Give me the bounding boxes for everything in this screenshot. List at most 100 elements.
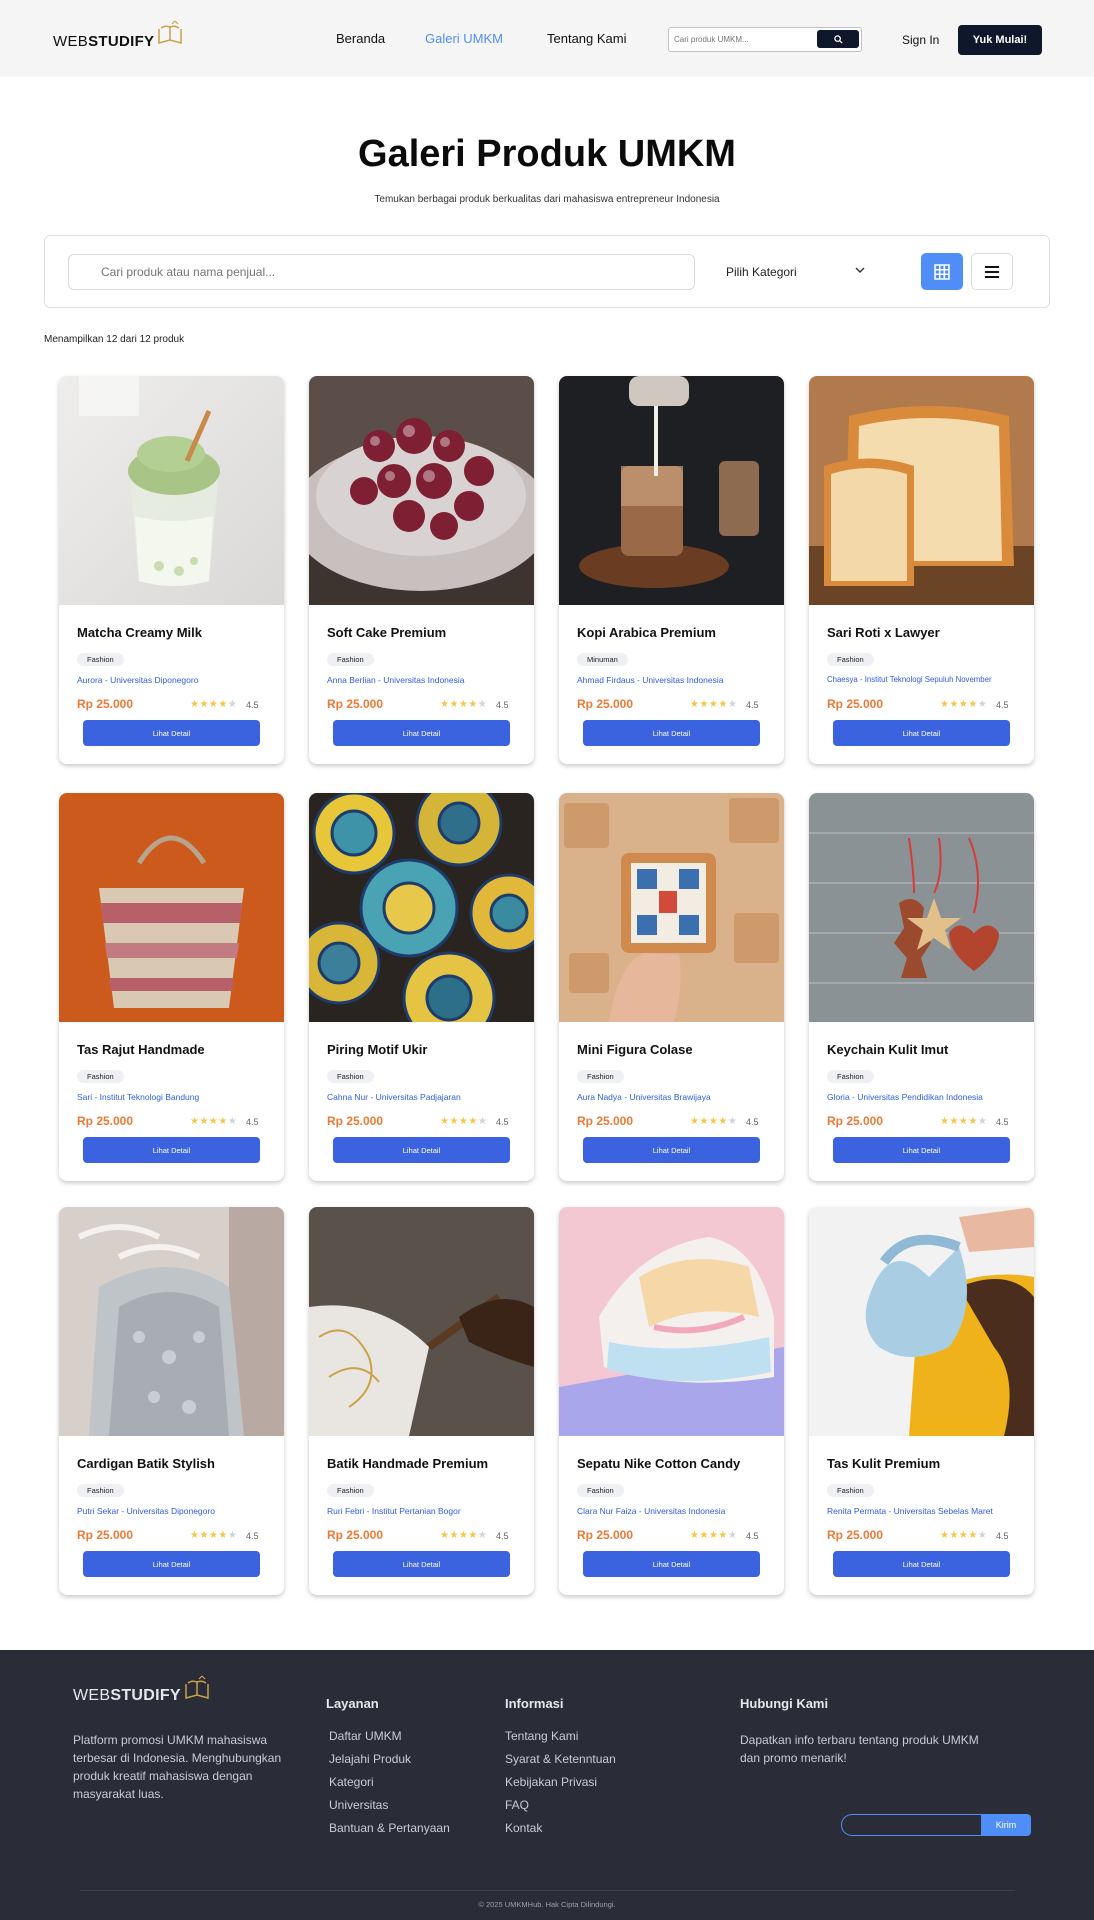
rating-value: 4.5 bbox=[996, 1531, 1009, 1541]
footer-link[interactable]: FAQ bbox=[505, 1798, 616, 1821]
nav-gallery[interactable]: Galeri UMKM bbox=[425, 31, 503, 46]
signin-link[interactable]: Sign In bbox=[902, 33, 939, 47]
seller-info[interactable]: Putri Sekar - Universitas Diponegoro bbox=[77, 1506, 215, 1516]
list-icon bbox=[985, 265, 999, 278]
product-card[interactable]: Sepatu Nike Cotton Candy Fashion Clara N… bbox=[559, 1207, 784, 1595]
detail-button[interactable]: Lihat Detail bbox=[833, 1137, 1010, 1163]
detail-button[interactable]: Lihat Detail bbox=[333, 1137, 510, 1163]
rating-value: 4.5 bbox=[246, 1117, 259, 1127]
product-image bbox=[59, 1207, 284, 1436]
product-image bbox=[809, 376, 1034, 605]
product-card[interactable]: Sari Roti x Lawyer Fashion Chaesya - Ins… bbox=[809, 376, 1034, 764]
list-view-button[interactable] bbox=[971, 253, 1013, 290]
product-card[interactable]: Matcha Creamy Milk Fashion Aurora - Univ… bbox=[59, 376, 284, 764]
category-badge: Fashion bbox=[77, 653, 124, 666]
category-badge: Fashion bbox=[327, 1484, 374, 1497]
rating-stars: ★★★★★ bbox=[190, 1116, 238, 1127]
footer-link[interactable]: Syarat & Ketenntuan bbox=[505, 1752, 616, 1775]
product-image bbox=[309, 793, 534, 1022]
detail-button[interactable]: Lihat Detail bbox=[833, 720, 1010, 746]
product-image bbox=[59, 793, 284, 1022]
seller-info[interactable]: Ahmad Firdaus - Universitas Indonesia bbox=[577, 675, 723, 685]
product-card[interactable]: Soft Cake Premium Fashion Anna Berlian -… bbox=[309, 376, 534, 764]
detail-button[interactable]: Lihat Detail bbox=[83, 1137, 260, 1163]
detail-button[interactable]: Lihat Detail bbox=[583, 720, 760, 746]
header-search-input[interactable] bbox=[674, 32, 814, 47]
product-price: Rp 25.000 bbox=[77, 1528, 134, 1542]
detail-button[interactable]: Lihat Detail bbox=[83, 1551, 260, 1577]
nav-home[interactable]: Beranda bbox=[336, 31, 385, 46]
product-name: Cardigan Batik Stylish bbox=[77, 1456, 215, 1471]
rating-value: 4.5 bbox=[246, 1531, 259, 1541]
detail-button[interactable]: Lihat Detail bbox=[83, 720, 260, 746]
rating-stars: ★★★★★ bbox=[690, 1116, 738, 1127]
header-search-button[interactable] bbox=[817, 30, 859, 48]
detail-button[interactable]: Lihat Detail bbox=[583, 1551, 760, 1577]
rating-stars: ★★★★★ bbox=[440, 1530, 488, 1541]
product-image bbox=[559, 376, 784, 605]
footer: WEBSTUDIFY Platform promosi UMKM mahasis… bbox=[0, 1650, 1094, 1920]
footer-contact-text: Dapatkan info terbaru tentang produk UMK… bbox=[740, 1733, 979, 1765]
product-search-input[interactable] bbox=[101, 265, 661, 279]
product-name: Tas Kulit Premium bbox=[827, 1456, 941, 1471]
rating-value: 4.5 bbox=[246, 700, 259, 710]
footer-link[interactable]: Daftar UMKM bbox=[329, 1729, 450, 1752]
product-card[interactable]: Piring Motif Ukir Fashion Cahna Nur - Un… bbox=[309, 793, 534, 1181]
product-card[interactable]: Batik Handmade Premium Fashion Ruri Febr… bbox=[309, 1207, 534, 1595]
detail-button[interactable]: Lihat Detail bbox=[833, 1551, 1010, 1577]
filter-bar: Pilih Kategori bbox=[44, 235, 1050, 308]
footer-link[interactable]: Kebijakan Privasi bbox=[505, 1775, 616, 1798]
product-image bbox=[809, 1207, 1034, 1436]
seller-info[interactable]: Aurora - Universitas Diponegoro bbox=[77, 675, 198, 685]
category-select[interactable]: Pilih Kategori bbox=[726, 254, 916, 290]
rating-value: 4.5 bbox=[746, 1117, 759, 1127]
footer-info-title: Informasi bbox=[505, 1696, 564, 1711]
product-card[interactable]: Kopi Arabica Premium Minuman Ahmad Firda… bbox=[559, 376, 784, 764]
product-card[interactable]: Keychain Kulit Imut Fashion Gloria - Uni… bbox=[809, 793, 1034, 1181]
product-card[interactable]: Tas Rajut Handmade Fashion Sari - Instit… bbox=[59, 793, 284, 1181]
category-select-label: Pilih Kategori bbox=[726, 265, 797, 279]
seller-info[interactable]: Clara Nur Faiza - Universitas Indonesia bbox=[577, 1506, 725, 1516]
results-count: Menampilkan 12 dari 12 produk bbox=[44, 334, 185, 345]
cta-button[interactable]: Yuk Mulai! bbox=[958, 25, 1042, 55]
category-badge: Fashion bbox=[77, 1484, 124, 1497]
footer-link[interactable]: Bantuan & Pertanyaan bbox=[329, 1821, 450, 1844]
category-badge: Fashion bbox=[577, 1484, 624, 1497]
logo-text: WEBSTUDIFY bbox=[53, 33, 155, 50]
detail-button[interactable]: Lihat Detail bbox=[333, 720, 510, 746]
product-name: Keychain Kulit Imut bbox=[827, 1042, 949, 1057]
detail-button[interactable]: Lihat Detail bbox=[333, 1551, 510, 1577]
seller-info[interactable]: Sari - Institut Teknologi Bandung bbox=[77, 1092, 199, 1102]
footer-about: Platform promosi UMKM mahasiswa terbesar… bbox=[73, 1733, 282, 1801]
product-image bbox=[309, 1207, 534, 1436]
footer-link[interactable]: Jelajahi Produk bbox=[329, 1752, 450, 1775]
footer-link[interactable]: Universitas bbox=[329, 1798, 450, 1821]
seller-info[interactable]: Renita Permata - Universitas Sebelas Mar… bbox=[827, 1506, 993, 1516]
product-card[interactable]: Cardigan Batik Stylish Fashion Putri Sek… bbox=[59, 1207, 284, 1595]
seller-info[interactable]: Chaesya - Institut Teknologi Sepuluh Nov… bbox=[827, 675, 992, 684]
product-price: Rp 25.000 bbox=[327, 1528, 384, 1542]
product-card[interactable]: Tas Kulit Premium Fashion Renita Permata… bbox=[809, 1207, 1034, 1595]
product-price: Rp 25.000 bbox=[77, 1114, 134, 1128]
rating-stars: ★★★★★ bbox=[440, 1116, 488, 1127]
seller-info[interactable]: Gloria - Universitas Pendidikan Indonesi… bbox=[827, 1092, 983, 1102]
seller-info[interactable]: Ruri Febri - Institut Pertanian Bogor bbox=[327, 1506, 461, 1516]
subscribe-button[interactable]: Kirim bbox=[981, 1814, 1031, 1836]
footer-link[interactable]: Kategori bbox=[329, 1775, 450, 1798]
footer-link[interactable]: Kontak bbox=[505, 1821, 616, 1844]
seller-info[interactable]: Aura Nadya - Universitas Brawijaya bbox=[577, 1092, 711, 1102]
footer-link[interactable]: Tentang Kami bbox=[505, 1729, 616, 1752]
product-price: Rp 25.000 bbox=[827, 697, 884, 711]
subscribe-email-input[interactable] bbox=[841, 1814, 981, 1836]
seller-info[interactable]: Cahna Nur - Universitas Padjajaran bbox=[327, 1092, 461, 1102]
nav-about[interactable]: Tentang Kami bbox=[547, 31, 627, 46]
footer-services-title: Layanan bbox=[326, 1696, 379, 1711]
logo[interactable]: WEBSTUDIFY bbox=[53, 20, 184, 50]
detail-button[interactable]: Lihat Detail bbox=[583, 1137, 760, 1163]
seller-info[interactable]: Anna Berlian - Universitas Indonesia bbox=[327, 675, 465, 685]
product-card[interactable]: Mini Figura Colase Fashion Aura Nadya - … bbox=[559, 793, 784, 1181]
grid-view-button[interactable] bbox=[921, 253, 963, 290]
footer-logo[interactable]: WEBSTUDIFY bbox=[73, 1675, 211, 1705]
rating-value: 4.5 bbox=[496, 1117, 509, 1127]
footer-logo-text: WEBSTUDIFY bbox=[73, 1687, 181, 1704]
